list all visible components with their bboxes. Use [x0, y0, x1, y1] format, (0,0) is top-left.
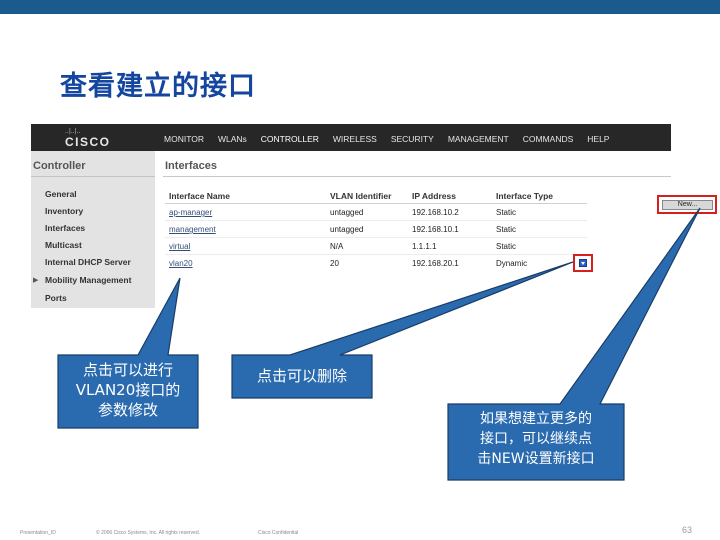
callout-delete-text: 点击可以删除 — [256, 367, 347, 385]
callout-new-text: 如果想建立更多的 接口，可以继续点 击NEW设置新接口 — [477, 411, 595, 467]
footer-confidential: Cisco Confidential — [258, 530, 299, 536]
footer-presentation-id: Presentation_ID — [20, 530, 56, 536]
footer-copyright: © 2006 Cisco Systems, Inc. All rights re… — [96, 530, 201, 536]
callout-edit-text: 点击可以进行 VLAN20接口的 参数修改 — [75, 361, 181, 419]
page-number: 63 — [682, 525, 693, 535]
